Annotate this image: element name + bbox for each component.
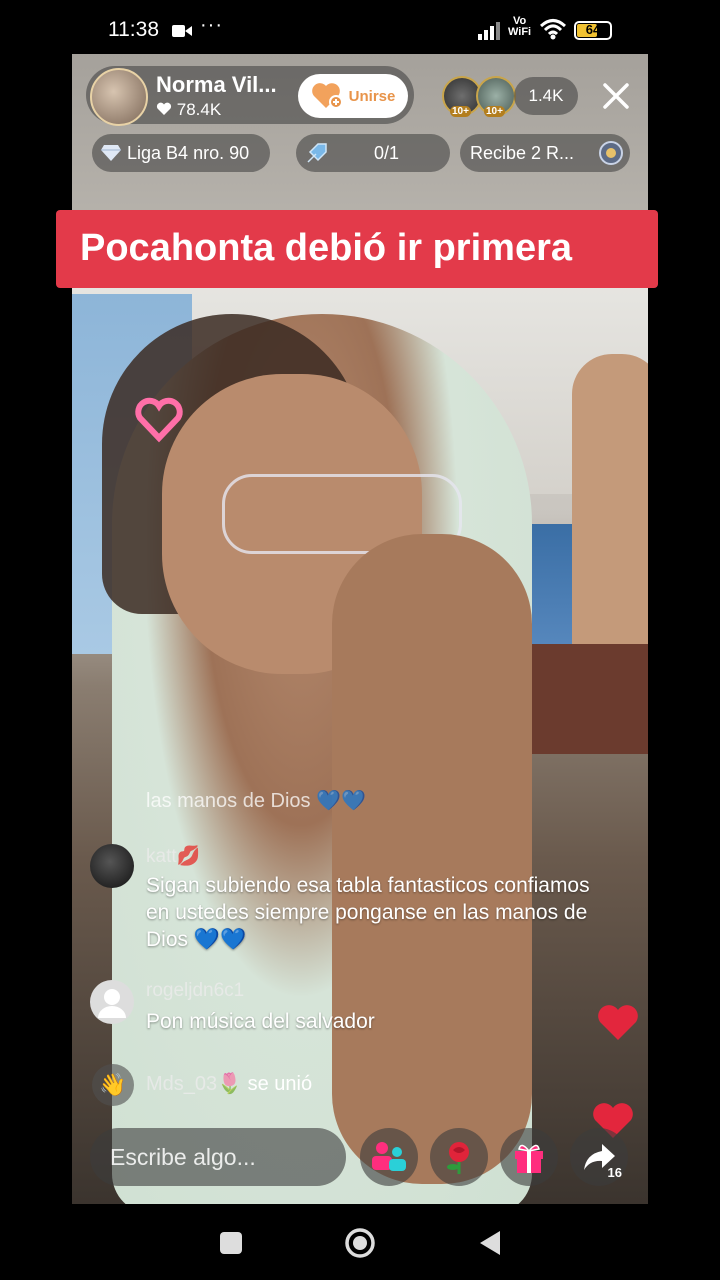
join-button-label: Unirse — [348, 87, 396, 105]
battery-icon: 64 — [574, 21, 612, 40]
signal-icon — [478, 22, 500, 40]
battery-percent: 64 — [585, 22, 601, 37]
chat-avatar[interactable] — [90, 980, 134, 1024]
back-nav-icon[interactable] — [476, 1228, 506, 1258]
vowifi-indicator: Vo WiFi — [508, 16, 531, 38]
share-count: 16 — [607, 1165, 622, 1180]
chat-username[interactable]: katt💋 — [146, 844, 200, 868]
league-chip[interactable]: Liga B4 nro. 90 — [92, 134, 270, 172]
close-icon[interactable] — [600, 80, 632, 112]
floating-heart-icon — [598, 1005, 638, 1040]
viewer-badge: 10+ — [450, 106, 471, 117]
reward-badge-icon — [599, 141, 623, 165]
caption-banner: Pocahonta debió ir primera — [56, 210, 658, 288]
heart-clip-icon — [135, 397, 183, 443]
comment-input[interactable]: Escribe algo... — [90, 1128, 346, 1186]
vowifi-bottom: WiFi — [508, 26, 532, 38]
league-label: Liga B4 nro. 90 — [127, 143, 250, 163]
chat-faded-message: las manos de Dios 💙💙 — [146, 790, 366, 812]
guests-button[interactable] — [360, 1128, 418, 1186]
guests-icon — [372, 1142, 406, 1171]
join-event-text: Mds_03🌷 se unió — [146, 1071, 312, 1096]
host-likes-count: 78.4K — [176, 100, 222, 119]
rose-icon — [447, 1142, 469, 1174]
chat-text: Pon música del salvador — [146, 1010, 375, 1033]
wave-hand-icon: 👋 — [92, 1064, 134, 1106]
reward-label: Recibe 2 R... — [470, 143, 575, 163]
square-nav-icon[interactable] — [216, 1228, 246, 1258]
top-viewer-avatar[interactable]: 10+ — [476, 76, 516, 117]
chat-avatar[interactable] — [90, 844, 134, 888]
chat-text: Sigan subiendo esa tabla fantasticos con… — [146, 874, 590, 951]
viewer-count[interactable]: 1.4K — [514, 77, 578, 115]
share-button[interactable]: 16 — [570, 1128, 628, 1186]
gift-button[interactable] — [500, 1128, 558, 1186]
video-camera-icon — [172, 25, 192, 37]
host-avatar[interactable] — [90, 68, 148, 126]
reward-chip[interactable]: Recibe 2 R... — [460, 134, 630, 172]
video-arm — [332, 534, 532, 1184]
gift-icon — [515, 1144, 543, 1173]
join-button[interactable]: Unirse — [298, 74, 408, 118]
heart-icon — [156, 102, 172, 115]
task-progress: 0/1 — [374, 143, 400, 163]
viewer-badge: 10+ — [484, 106, 505, 117]
host-likes: 78.4K — [156, 100, 221, 120]
wifi-icon — [540, 19, 566, 40]
join-heart-icon — [311, 83, 343, 109]
status-more-dots: ··· — [200, 14, 223, 36]
status-bar: 11:38 ··· Vo WiFi 64 — [0, 0, 720, 62]
join-event-user[interactable]: Mds_03🌷 — [146, 1073, 242, 1095]
rose-gift-button[interactable] — [430, 1128, 488, 1186]
join-event-label: se unió — [247, 1073, 313, 1095]
default-user-icon — [98, 989, 126, 1018]
status-time: 11:38 — [108, 18, 159, 41]
video-background-person — [572, 354, 648, 694]
chat-username[interactable]: rogeljdn6c1 — [146, 980, 244, 1002]
task-chip[interactable]: 0/1 — [296, 134, 450, 172]
diamond-icon — [101, 145, 121, 161]
host-name[interactable]: Norma Vil... — [156, 72, 277, 98]
system-nav-bar — [0, 1204, 720, 1280]
circle-nav-icon[interactable] — [344, 1227, 376, 1259]
rocket-icon — [307, 143, 327, 163]
